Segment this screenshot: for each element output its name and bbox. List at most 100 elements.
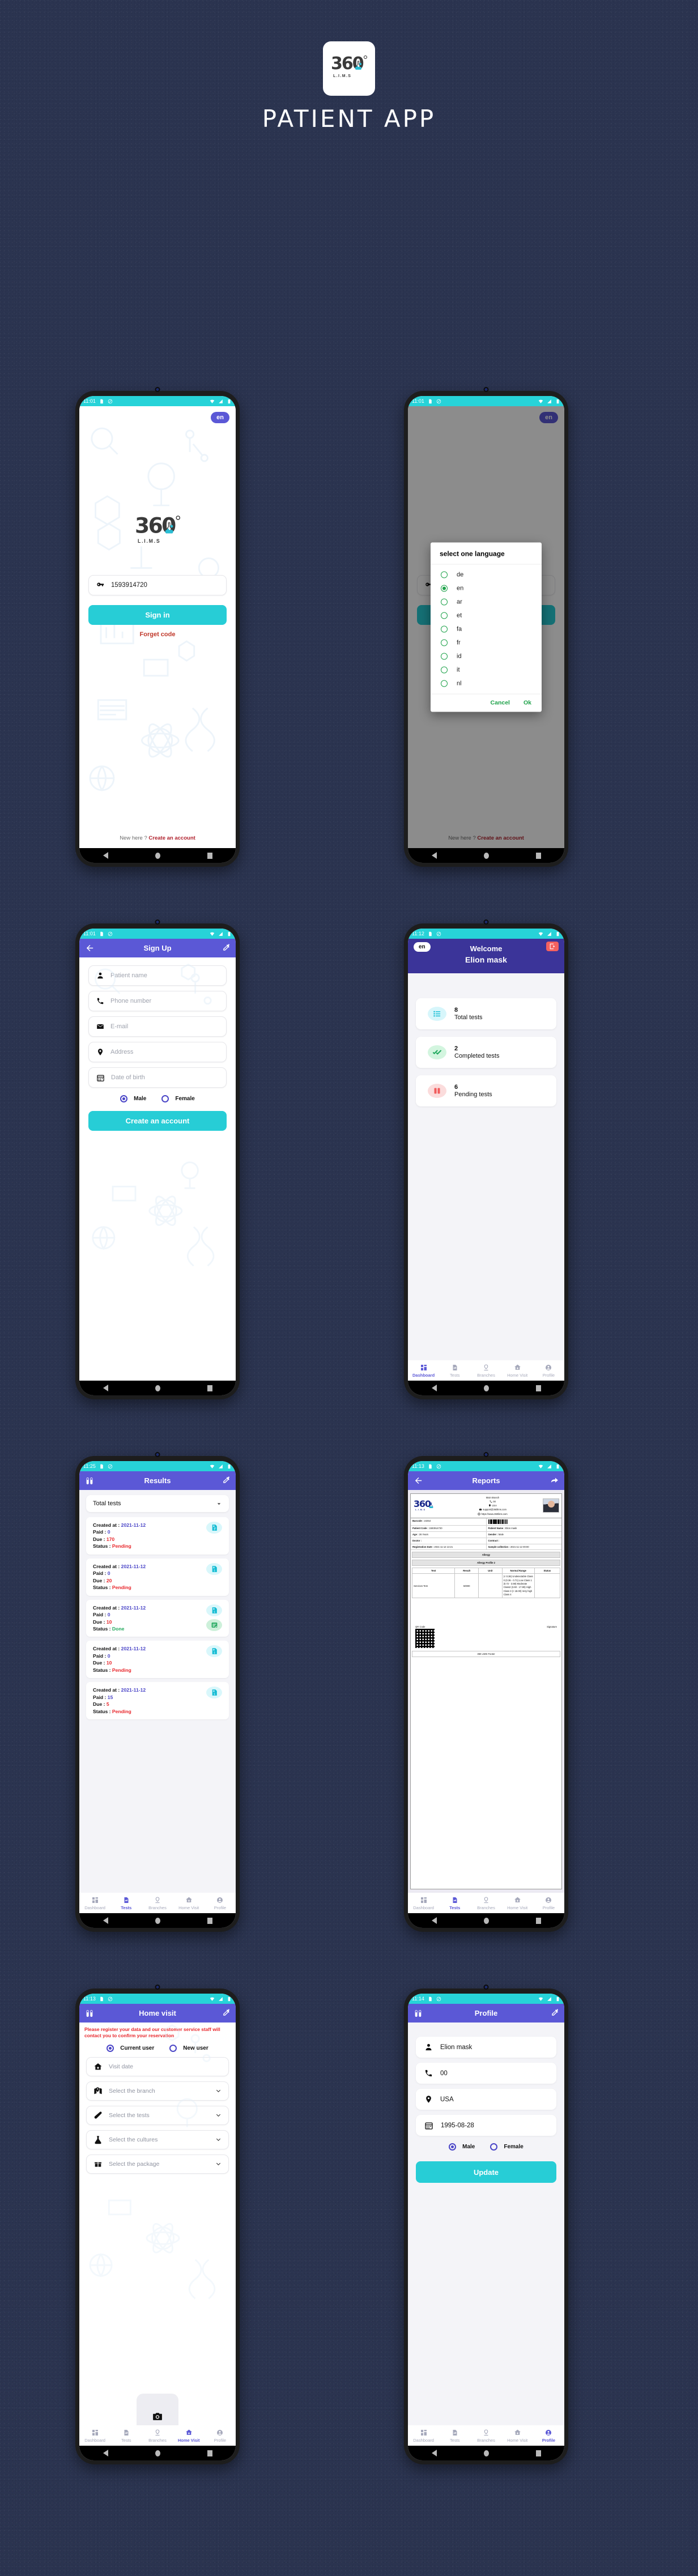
tab-home-visit[interactable]: Home Visit (502, 1896, 533, 1910)
profile-address-field[interactable]: USA (416, 2089, 556, 2110)
tab-profile[interactable]: Profile (533, 1363, 564, 1378)
update-button[interactable]: Update (416, 2161, 556, 2183)
table-row[interactable]: Created at : 2021-11-12 Paid : 0 Due : 1… (86, 1599, 229, 1637)
tab-profile[interactable]: Profile (205, 1896, 236, 1910)
nav-back-icon[interactable] (431, 1385, 437, 1391)
language-option-en[interactable]: en (431, 582, 542, 595)
tab-home-visit[interactable]: Home Visit (173, 1896, 205, 1910)
nav-back-icon[interactable] (103, 1385, 108, 1391)
total-tests-dropdown[interactable]: Total tests (86, 1495, 229, 1512)
gender-female-radio[interactable] (490, 2143, 498, 2151)
nav-home-icon[interactable] (483, 2450, 489, 2456)
tab-dashboard[interactable]: Dashboard (408, 1896, 439, 1910)
tab-dashboard[interactable]: Dashboard (79, 1896, 110, 1910)
branch-select[interactable]: Select the branch (86, 2081, 229, 2101)
nav-home-icon[interactable] (483, 1917, 489, 1924)
tests-select[interactable]: Select the tests (86, 2105, 229, 2125)
tab-tests[interactable]: Tests (439, 1896, 470, 1910)
nav-back-icon[interactable] (431, 2450, 437, 2456)
nav-recents-icon[interactable] (207, 1917, 212, 1924)
language-option-et[interactable]: et (431, 609, 542, 623)
nav-back-icon[interactable] (431, 1917, 437, 1924)
gender-male-radio[interactable] (449, 2143, 457, 2151)
nav-back-icon[interactable] (431, 852, 437, 859)
table-row[interactable]: Created at : 2021-11-12 Paid : 15 Due : … (86, 1682, 229, 1720)
report-scroll-area[interactable]: 360 L.I.M.S Main Branch 00 USA support@3… (408, 1490, 564, 1893)
language-option-de[interactable]: de (431, 568, 542, 582)
nav-recents-icon[interactable] (535, 1385, 541, 1391)
stat-card-completed[interactable]: 2 Completed tests (416, 1037, 556, 1068)
test-tubes-icon[interactable] (84, 1476, 95, 1486)
invoice-icon[interactable]: $ (206, 1687, 222, 1699)
tab-profile[interactable]: Profile (205, 2428, 236, 2443)
language-badge-button[interactable]: en (211, 412, 229, 423)
nav-back-icon[interactable] (103, 2450, 108, 2456)
gender-male-radio[interactable] (120, 1095, 128, 1102)
language-chip-button[interactable]: en (414, 942, 431, 952)
create-account-button[interactable]: Create an account (88, 1111, 227, 1131)
nav-home-icon[interactable] (155, 1385, 160, 1391)
back-button[interactable] (84, 943, 95, 953)
language-option-fr[interactable]: fr (431, 636, 542, 650)
syringe-icon[interactable] (220, 1476, 231, 1486)
nav-recents-icon[interactable] (207, 852, 212, 859)
nav-back-icon[interactable] (103, 852, 108, 859)
tab-dashboard[interactable]: Dashboard (79, 2428, 110, 2443)
tab-home-visit[interactable]: Home Visit (502, 2428, 533, 2443)
invoice-icon[interactable]: $ (206, 1522, 222, 1534)
report-icon[interactable] (206, 1619, 222, 1631)
tab-branches[interactable]: Branches (142, 2428, 173, 2443)
forget-code-link[interactable]: Forget code (79, 631, 236, 638)
dob-input[interactable]: Date of birth (88, 1067, 227, 1088)
invoice-icon[interactable]: $ (206, 1562, 222, 1575)
code-input[interactable]: 1593914720 (88, 575, 227, 595)
visit-date-input[interactable]: Visit date (86, 2056, 229, 2076)
dialog-cancel-button[interactable]: Cancel (491, 700, 510, 706)
language-option-ar[interactable]: ar (431, 595, 542, 609)
syringe-icon[interactable] (220, 943, 231, 953)
tab-home-visit[interactable]: Home Visit (502, 1363, 533, 1378)
tab-tests[interactable]: Tests (110, 2428, 142, 2443)
tab-branches[interactable]: Branches (470, 1363, 501, 1378)
tab-profile[interactable]: Profile (533, 1896, 564, 1910)
nav-recents-icon[interactable] (535, 852, 541, 859)
current-user-radio[interactable] (107, 2044, 114, 2052)
nav-home-icon[interactable] (483, 852, 489, 859)
nav-recents-icon[interactable] (535, 1917, 541, 1924)
address-input[interactable]: Address (88, 1042, 227, 1062)
logout-button[interactable] (546, 942, 559, 951)
invoice-icon[interactable]: $ (206, 1604, 222, 1616)
new-user-radio[interactable] (169, 2044, 177, 2052)
tab-branches[interactable]: Branches (470, 1896, 501, 1910)
test-tubes-icon[interactable] (413, 2008, 423, 2019)
syringe-icon[interactable] (220, 2008, 231, 2019)
tab-home-visit[interactable]: Home Visit (173, 2428, 205, 2443)
create-account-link[interactable]: Create an account (148, 835, 195, 841)
table-row[interactable]: Created at : 2021-11-12 Paid : 0 Due : 1… (86, 1641, 229, 1679)
dialog-ok-button[interactable]: Ok (524, 700, 531, 706)
profile-dob-field[interactable]: 1995-08-28 (416, 2115, 556, 2136)
share-icon[interactable] (549, 1476, 559, 1486)
tab-tests[interactable]: Tests (439, 2428, 470, 2443)
nav-home-icon[interactable] (155, 1917, 160, 1924)
email-input[interactable]: E-mail (88, 1016, 227, 1037)
language-option-it[interactable]: it (431, 663, 542, 677)
invoice-icon[interactable]: $ (206, 1645, 222, 1658)
back-button[interactable] (413, 1476, 423, 1486)
language-option-nl[interactable]: nl (431, 677, 542, 691)
phone-number-input[interactable]: Phone number (88, 991, 227, 1011)
camera-button[interactable] (137, 2394, 178, 2425)
tab-dashboard[interactable]: Dashboard (408, 2428, 439, 2443)
gender-female-radio[interactable] (161, 1095, 169, 1102)
tab-branches[interactable]: Branches (470, 2428, 501, 2443)
nav-recents-icon[interactable] (207, 1385, 212, 1391)
profile-phone-field[interactable]: 00 (416, 2063, 556, 2084)
profile-name-field[interactable]: Elion mask (416, 2037, 556, 2058)
tab-tests[interactable]: Tests (439, 1363, 470, 1378)
tab-branches[interactable]: Branches (142, 1896, 173, 1910)
table-row[interactable]: Created at : 2021-11-12 Paid : 0 Due : 1… (86, 1517, 229, 1555)
language-option-id[interactable]: id (431, 650, 542, 663)
stat-card-pending[interactable]: 6 Pending tests (416, 1075, 556, 1106)
tab-tests[interactable]: Tests (110, 1896, 142, 1910)
nav-home-icon[interactable] (155, 2450, 160, 2456)
